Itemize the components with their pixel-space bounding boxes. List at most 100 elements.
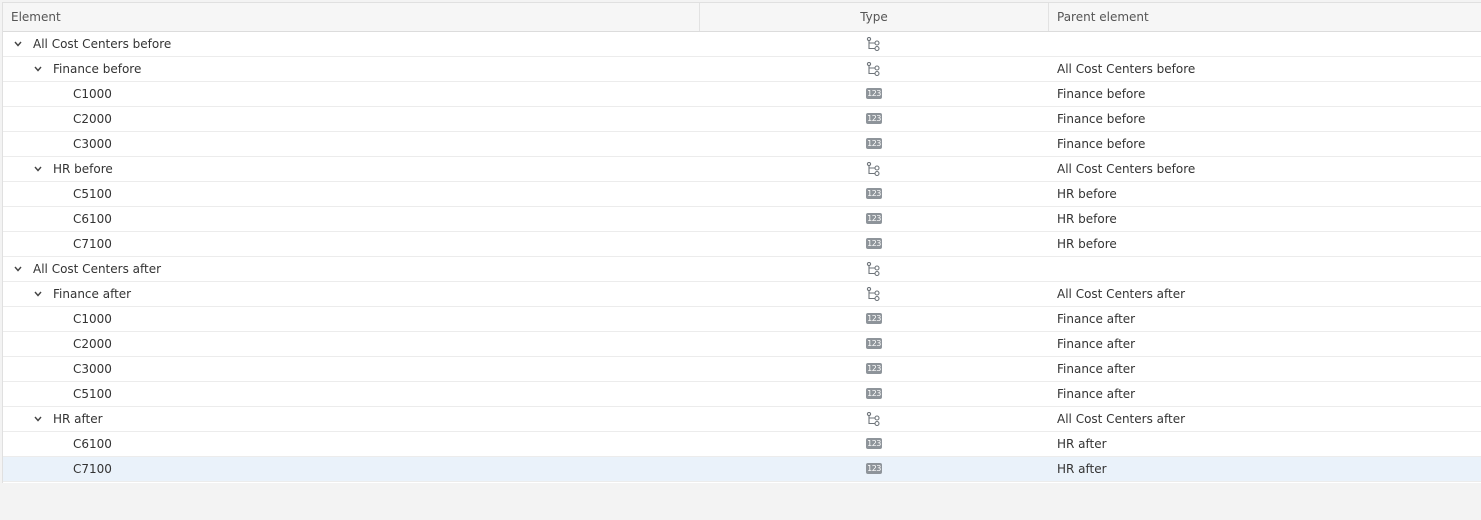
column-header-type[interactable]: Type — [700, 3, 1049, 31]
element-cell: C5100 — [3, 382, 700, 406]
numeric-icon: 123 — [866, 388, 882, 399]
column-header-element[interactable]: Element — [3, 3, 700, 31]
table-row[interactable]: HR before All Cost Centers before — [3, 157, 1481, 182]
parent-element-cell: Finance after — [1057, 337, 1136, 351]
numeric-icon: 123 — [866, 313, 882, 324]
parent-element-cell: HR after — [1057, 437, 1107, 451]
element-label: C6100 — [73, 212, 112, 226]
element-label: Finance after — [53, 287, 132, 301]
table-row[interactable]: All Cost Centers after — [3, 257, 1481, 282]
table-row[interactable]: C3000 123 Finance after — [3, 357, 1481, 382]
element-label: C6100 — [73, 437, 112, 451]
table-row[interactable]: C6100 123 HR before — [3, 207, 1481, 232]
element-cell: All Cost Centers before — [3, 32, 700, 56]
type-cell: 123 — [700, 207, 1049, 231]
column-header-parent-element[interactable]: Parent element — [1049, 3, 1481, 31]
numeric-icon: 123 — [866, 113, 882, 124]
type-cell — [700, 257, 1049, 281]
type-cell: 123 — [700, 357, 1049, 381]
element-cell: C6100 — [3, 207, 700, 231]
element-grid: Element Type Parent element All Cost Cen… — [2, 2, 1481, 483]
type-cell — [700, 32, 1049, 56]
element-label: C5100 — [73, 387, 112, 401]
chevron-down-icon[interactable] — [33, 414, 43, 424]
chevron-down-icon[interactable] — [33, 164, 43, 174]
parent-element-cell: All Cost Centers before — [1057, 162, 1196, 176]
table-row[interactable]: All Cost Centers before — [3, 32, 1481, 57]
table-row[interactable]: C5100 123 Finance after — [3, 382, 1481, 407]
element-label: C5100 — [73, 187, 112, 201]
type-cell: 123 — [700, 132, 1049, 156]
hierarchy-icon — [866, 162, 880, 176]
element-label: C1000 — [73, 87, 112, 101]
table-row[interactable]: Finance after All Cost Centers after — [3, 282, 1481, 307]
table-row[interactable]: C3000 123 Finance before — [3, 132, 1481, 157]
element-cell: HR after — [3, 407, 700, 431]
parent-element-cell: Finance before — [1057, 87, 1146, 101]
chevron-down-icon[interactable] — [13, 264, 23, 274]
parent-element-cell: All Cost Centers before — [1057, 62, 1196, 76]
type-cell: 123 — [700, 82, 1049, 106]
type-cell — [700, 407, 1049, 431]
element-cell: C2000 — [3, 107, 700, 131]
parent-element-cell: HR before — [1057, 187, 1117, 201]
type-cell: 123 — [700, 107, 1049, 131]
type-cell: 123 — [700, 232, 1049, 256]
type-cell: 123 — [700, 182, 1049, 206]
parent-element-cell: HR after — [1057, 462, 1107, 476]
parent-element-cell: Finance before — [1057, 112, 1146, 126]
chevron-down-icon[interactable] — [33, 289, 43, 299]
element-label: C2000 — [73, 337, 112, 351]
type-cell — [700, 282, 1049, 306]
chevron-down-icon[interactable] — [13, 39, 23, 49]
element-label: C3000 — [73, 362, 112, 376]
element-cell: C2000 — [3, 332, 700, 356]
element-cell: Finance after — [3, 282, 700, 306]
table-row[interactable]: C5100 123 HR before — [3, 182, 1481, 207]
element-cell: C6100 — [3, 432, 700, 456]
element-label: C3000 — [73, 137, 112, 151]
type-cell — [700, 157, 1049, 181]
element-label: C7100 — [73, 462, 112, 476]
table-row[interactable]: HR after All Cost Centers after — [3, 407, 1481, 432]
element-cell: C1000 — [3, 307, 700, 331]
parent-element-cell: Finance before — [1057, 137, 1146, 151]
element-label: All Cost Centers after — [33, 262, 162, 276]
numeric-icon: 123 — [866, 363, 882, 374]
element-cell: C7100 — [3, 232, 700, 256]
type-cell: 123 — [700, 332, 1049, 356]
table-row[interactable]: C2000 123 Finance before — [3, 107, 1481, 132]
numeric-icon: 123 — [866, 238, 882, 249]
parent-element-cell: HR before — [1057, 237, 1117, 251]
numeric-icon: 123 — [866, 213, 882, 224]
parent-element-cell — [1049, 32, 1481, 56]
element-cell: C5100 — [3, 182, 700, 206]
parent-element-cell: HR before — [1057, 212, 1117, 226]
table-row[interactable]: C2000 123 Finance after — [3, 332, 1481, 357]
numeric-icon: 123 — [866, 338, 882, 349]
table-row[interactable]: Finance before All Cost Centers before — [3, 57, 1481, 82]
hierarchy-icon — [866, 287, 880, 301]
element-cell: HR before — [3, 157, 700, 181]
element-cell: C7100 — [3, 457, 700, 481]
hierarchy-icon — [866, 262, 880, 276]
table-row[interactable]: C1000 123 Finance before — [3, 82, 1481, 107]
hierarchy-icon — [866, 62, 880, 76]
grid-header: Element Type Parent element — [3, 3, 1481, 32]
table-row[interactable]: C1000 123 Finance after — [3, 307, 1481, 332]
chevron-down-icon[interactable] — [33, 64, 43, 74]
element-cell: Finance before — [3, 57, 700, 81]
parent-element-cell: Finance after — [1057, 312, 1136, 326]
table-row[interactable]: C7100 123 HR before — [3, 232, 1481, 257]
element-label: C7100 — [73, 237, 112, 251]
element-cell: C3000 — [3, 132, 700, 156]
element-cell: C3000 — [3, 357, 700, 381]
element-label: C2000 — [73, 112, 112, 126]
element-label: HR after — [53, 412, 103, 426]
table-row[interactable]: C6100 123 HR after — [3, 432, 1481, 457]
type-cell: 123 — [700, 307, 1049, 331]
element-label: All Cost Centers before — [33, 37, 172, 51]
table-row[interactable]: C7100 123 HR after — [3, 457, 1481, 482]
parent-element-cell: All Cost Centers after — [1057, 287, 1186, 301]
type-cell: 123 — [700, 382, 1049, 406]
